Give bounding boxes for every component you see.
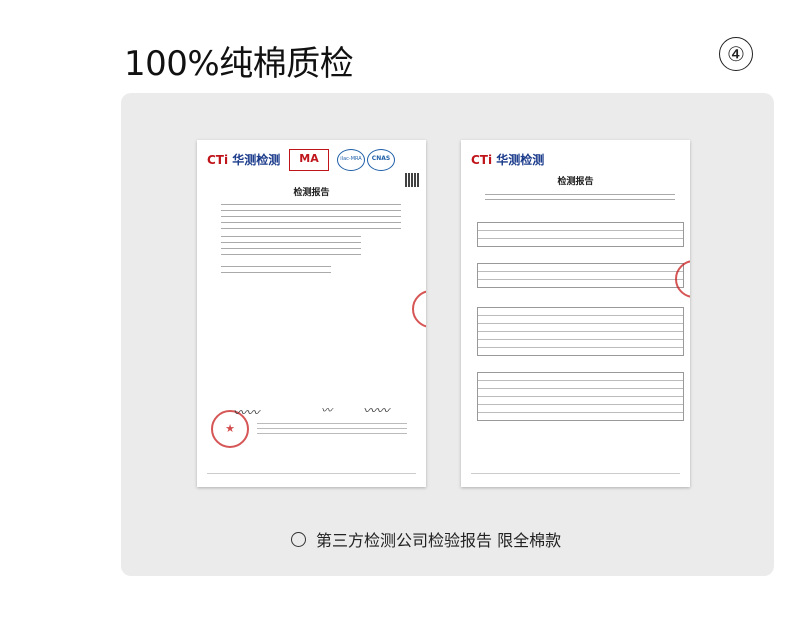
footer-rule <box>207 473 416 474</box>
page-title: 100%纯棉质检 <box>124 44 354 84</box>
step-number-badge: ④ <box>719 37 753 71</box>
result-table <box>477 222 684 247</box>
text-block <box>221 204 401 234</box>
report-sheet-left: CTi 华测检测 MA ilac-MRA CNAS 检测报告 〰〰 〰 〰〰 <box>197 140 426 487</box>
footer-rule <box>471 473 680 474</box>
caption-text: 第三方检测公司检验报告 限全棉款 <box>316 531 562 550</box>
report-sheet-right: CTi 华测检测 检测报告 <box>461 140 690 487</box>
signature: 〰〰 <box>363 404 390 419</box>
result-table <box>477 307 684 356</box>
signature: 〰 <box>321 404 332 417</box>
result-table <box>477 372 684 421</box>
brand-logo: CTi 华测检测 <box>207 153 281 167</box>
ilac-mark: ilac-MRA <box>337 149 365 171</box>
brand-logo: CTi 华测检测 <box>471 153 545 167</box>
radio-circle-icon <box>291 531 306 547</box>
text-block <box>221 236 361 260</box>
ma-mark: MA <box>289 149 329 171</box>
content-panel: CTi 华测检测 MA ilac-MRA CNAS 检测报告 〰〰 〰 〰〰 C… <box>121 93 774 576</box>
report-title: 检测报告 <box>557 177 594 187</box>
signature: 〰〰 <box>233 406 260 421</box>
report-title: 检测报告 <box>293 188 330 198</box>
text-block <box>257 423 407 437</box>
text-block <box>221 266 331 278</box>
cnas-mark: CNAS <box>367 149 395 171</box>
result-table <box>477 263 684 288</box>
official-stamp-icon <box>412 290 426 328</box>
caption-row: 第三方检测公司检验报告 限全棉款 <box>291 527 561 551</box>
text-block <box>485 194 675 204</box>
